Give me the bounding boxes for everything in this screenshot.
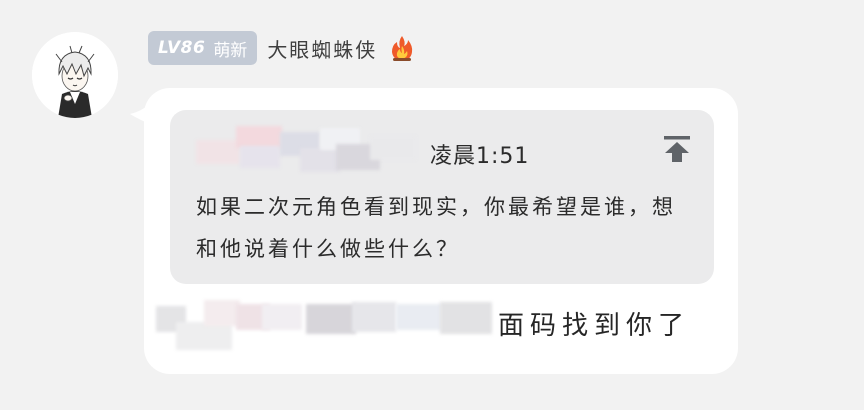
reply-text: 面码找到你了 bbox=[498, 311, 691, 341]
level-badge: LV86 萌新 bbox=[148, 31, 258, 65]
quote-text: 如果二次元角色看到现实，你最希望是谁，想和他说着什么做些什么？ bbox=[196, 195, 676, 261]
message-header: LV86 萌新 大眼蜘蛛侠 bbox=[148, 30, 417, 66]
quote-timestamp: 凌晨1:51 bbox=[430, 144, 530, 169]
scroll-to-top-icon[interactable] bbox=[660, 132, 694, 166]
fire-icon bbox=[392, 36, 413, 61]
avatar[interactable] bbox=[32, 32, 118, 118]
username[interactable]: 大眼蜘蛛侠 bbox=[267, 34, 377, 63]
anime-boy-avatar-icon bbox=[32, 32, 118, 118]
level-text: LV86 bbox=[158, 38, 206, 58]
level-title: 萌新 bbox=[213, 40, 248, 61]
